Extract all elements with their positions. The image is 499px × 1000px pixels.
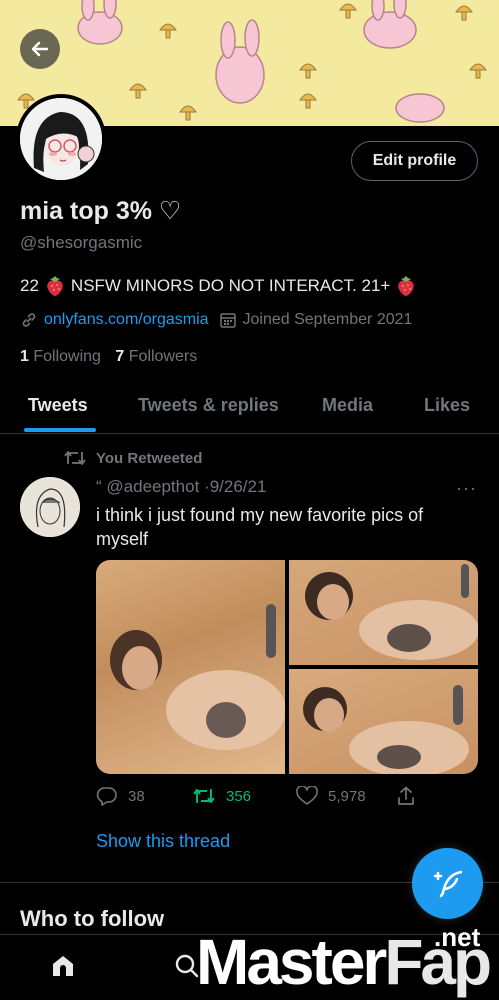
tab-tweets[interactable]: Tweets [28,395,88,416]
retweet-icon [64,451,86,465]
followers-link[interactable]: 7 Followers [115,348,197,365]
profile-meta: onlyfans.com/orgasmia Joined September 2… [20,311,412,329]
photo-content [110,604,285,750]
tab-tweets-replies[interactable]: Tweets & replies [138,395,279,416]
tweet-author-avatar[interactable] [20,477,80,537]
strawberry-icon [47,276,63,296]
bio-age: 22 [20,276,39,295]
display-name: mia top 3% ♡ [20,197,182,225]
share-button[interactable] [396,786,416,806]
profile-tabs: Tweets Tweets & replies Media Likes [0,384,499,434]
profile-website-link[interactable]: onlyfans.com/orgasmia [44,311,209,329]
tab-media[interactable]: Media [322,395,373,416]
profile-avatar[interactable] [16,94,106,184]
follow-counts: 1 Following 7 Followers [20,348,197,366]
compose-tweet-button[interactable] [412,848,483,919]
tweet-text: i think i just found my new favorite pic… [96,505,424,549]
nav-home[interactable] [50,953,76,984]
retweet-context: You Retweeted [64,449,202,467]
home-icon [53,956,73,976]
back-button[interactable] [20,29,60,69]
profile-bio: 22 NSFW MINORS DO NOT INTERACT. 21+ [20,275,416,297]
retweet-count: 356 [226,787,252,805]
watermark-net: .net [434,922,481,952]
following-count: 1 [20,348,29,365]
reply-count: 38 [128,787,145,805]
link-icon [22,313,36,327]
avatar-illustration [20,98,102,180]
quote-mark: “ [96,477,102,496]
retweet-context-label: You Retweeted [96,449,203,467]
tweet-header: “ @adeepthot ·9/26/21 [96,477,266,497]
like-button[interactable]: 5,978 [296,786,366,806]
like-icon [296,786,318,805]
tweet-avatar-illustration [20,477,80,537]
followers-count: 7 [115,348,125,365]
like-count: 5,978 [328,787,366,805]
strawberry-icon [398,276,415,296]
tab-likes[interactable]: Likes [424,395,470,416]
profile-handle: @shesorgasmic [20,233,143,252]
reply-button[interactable]: 38 [96,786,145,806]
following-link[interactable]: 1 Following [20,348,101,365]
share-icon [398,786,414,805]
tweet-actions: 38 356 5,978 [96,786,476,810]
photo-content [303,685,469,774]
tweet-media-photo[interactable] [289,560,478,665]
retweet-icon [193,789,215,803]
following-label: Following [33,348,101,365]
reply-icon [96,787,117,806]
joined-date: Joined September 2021 [242,311,413,328]
tweet-media-photo[interactable] [289,669,478,774]
watermark-master: Master [196,926,387,998]
compose-icon [433,870,462,897]
active-tab-indicator [24,428,96,432]
tweet-date[interactable]: 9/26/21 [210,477,267,496]
who-to-follow-heading: Who to follow [20,906,165,931]
back-arrow-icon [31,41,49,57]
show-thread-link[interactable]: Show this thread [96,831,230,852]
tweet-media-grid [96,560,478,774]
tweet-author-handle[interactable]: @adeepthot [106,477,199,496]
tweet-media-photo[interactable] [96,560,285,774]
bio-text: NSFW MINORS DO NOT INTERACT. 21+ [70,276,391,295]
photo-content [305,564,478,660]
retweet-button[interactable]: 356 [192,786,251,806]
more-options-icon[interactable]: ··· [456,478,477,499]
calendar-icon [219,313,236,328]
edit-profile-button[interactable]: Edit profile [351,141,478,181]
followers-label: Followers [128,348,198,365]
